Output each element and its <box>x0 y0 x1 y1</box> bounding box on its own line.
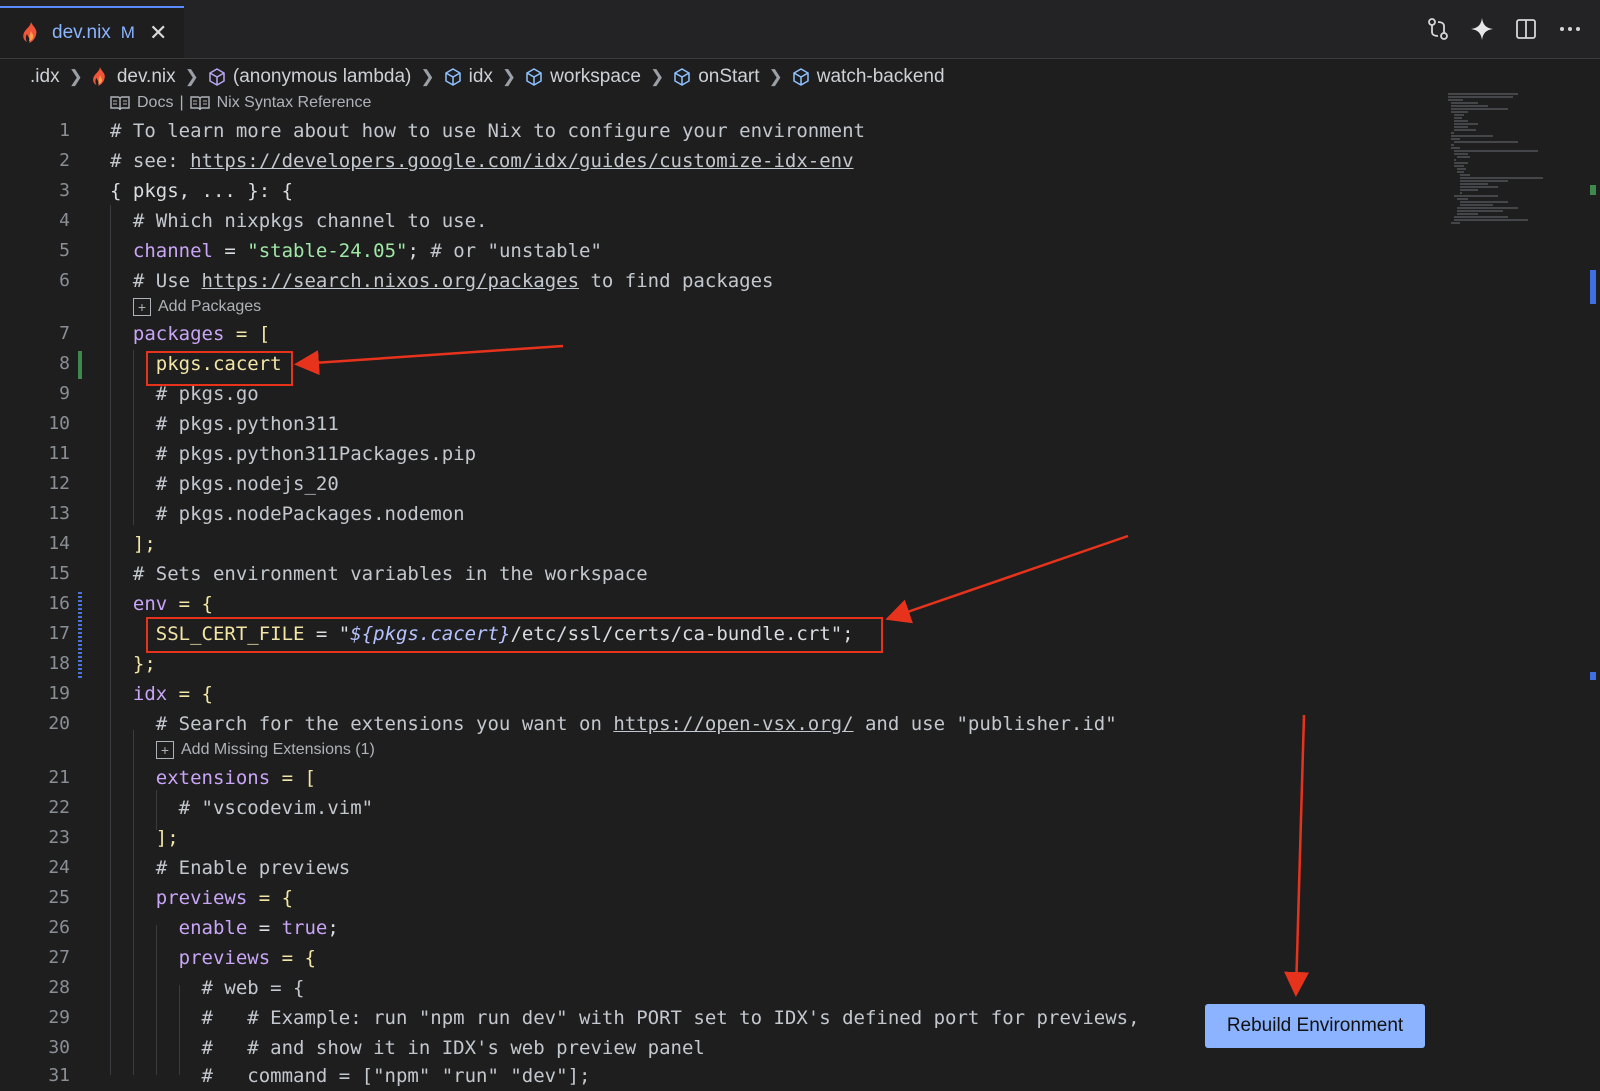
scrollbar-modification-marker <box>1590 270 1596 304</box>
scrollbar-position-marker <box>1590 672 1596 680</box>
vertical-scrollbar[interactable] <box>1588 60 1600 1089</box>
arrow-to-cacert <box>294 344 564 376</box>
minimap[interactable] <box>1448 92 1558 232</box>
annotation-arrows <box>294 344 1310 997</box>
arrow-to-ssl-cert-file <box>885 534 1129 624</box>
rebuild-environment-button[interactable]: Rebuild Environment <box>1205 1004 1425 1048</box>
arrow-to-rebuild <box>1284 714 1310 997</box>
scrollbar-added-marker <box>1590 185 1596 195</box>
